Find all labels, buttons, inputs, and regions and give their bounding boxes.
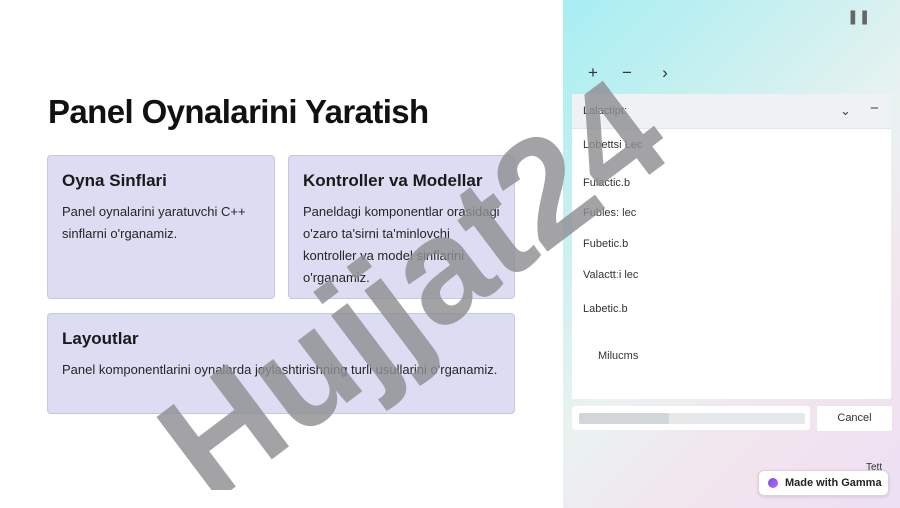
cancel-button[interactable]: Cancel bbox=[816, 405, 893, 432]
card-text: Panel oynalarini yaratuvchi C++ sinflarn… bbox=[62, 204, 246, 241]
add-button[interactable]: + bbox=[584, 63, 602, 83]
card-heading: Layoutlar bbox=[62, 329, 139, 348]
card-heading: Oyna Sinflari bbox=[62, 171, 167, 190]
list-item[interactable]: Labetic.b bbox=[583, 303, 628, 315]
card-text: Paneldagi komponentlar orasidagi o'zaro … bbox=[303, 204, 500, 285]
list-item[interactable]: Lobettsi Lec bbox=[583, 139, 642, 151]
progress-fill bbox=[579, 413, 670, 424]
list-box: Lalactipt: ⌄ − Lobettsi Lec Fulactic.b F… bbox=[572, 94, 891, 399]
minus-icon[interactable]: − bbox=[870, 100, 879, 117]
card-oyna-sinflari: Oyna Sinflari Panel oynalarini yaratuvch… bbox=[47, 155, 275, 299]
list-header-label: Lalactipt: bbox=[583, 105, 628, 117]
list-item[interactable]: Fubetic.b bbox=[583, 238, 628, 250]
list-header: Lalactipt: ⌄ − bbox=[572, 94, 891, 129]
chevron-down-icon[interactable]: ⌄ bbox=[840, 103, 851, 119]
next-button[interactable]: › bbox=[656, 63, 674, 83]
card-heading: Kontroller va Modellar bbox=[303, 171, 483, 190]
list-item[interactable]: Milucms bbox=[598, 350, 638, 362]
card-kontroller-va-modellar: Kontroller va Modellar Paneldagi kompone… bbox=[288, 155, 515, 299]
slide: Panel Oynalarini Yaratish Oyna Sinflari … bbox=[0, 0, 563, 508]
card-layoutlar: Layoutlar Panel komponentlarini oynalard… bbox=[47, 313, 515, 414]
list-item[interactable]: Fulactic.b bbox=[583, 177, 630, 189]
gamma-logo-icon bbox=[768, 478, 778, 488]
list-item[interactable]: Fubles: lec bbox=[583, 207, 636, 219]
made-with-gamma-badge[interactable]: Made with Gamma bbox=[758, 470, 889, 496]
pause-icon[interactable]: ❚❚ bbox=[847, 8, 870, 25]
progress-bar bbox=[572, 406, 810, 430]
slide-title: Panel Oynalarini Yaratish bbox=[48, 93, 429, 130]
remove-button[interactable]: − bbox=[618, 63, 636, 83]
list-item[interactable]: Valacttːi lec bbox=[583, 269, 638, 281]
badge-label: Made with Gamma bbox=[785, 477, 882, 489]
card-text: Panel komponentlarini oynalarda joylasht… bbox=[62, 362, 498, 377]
